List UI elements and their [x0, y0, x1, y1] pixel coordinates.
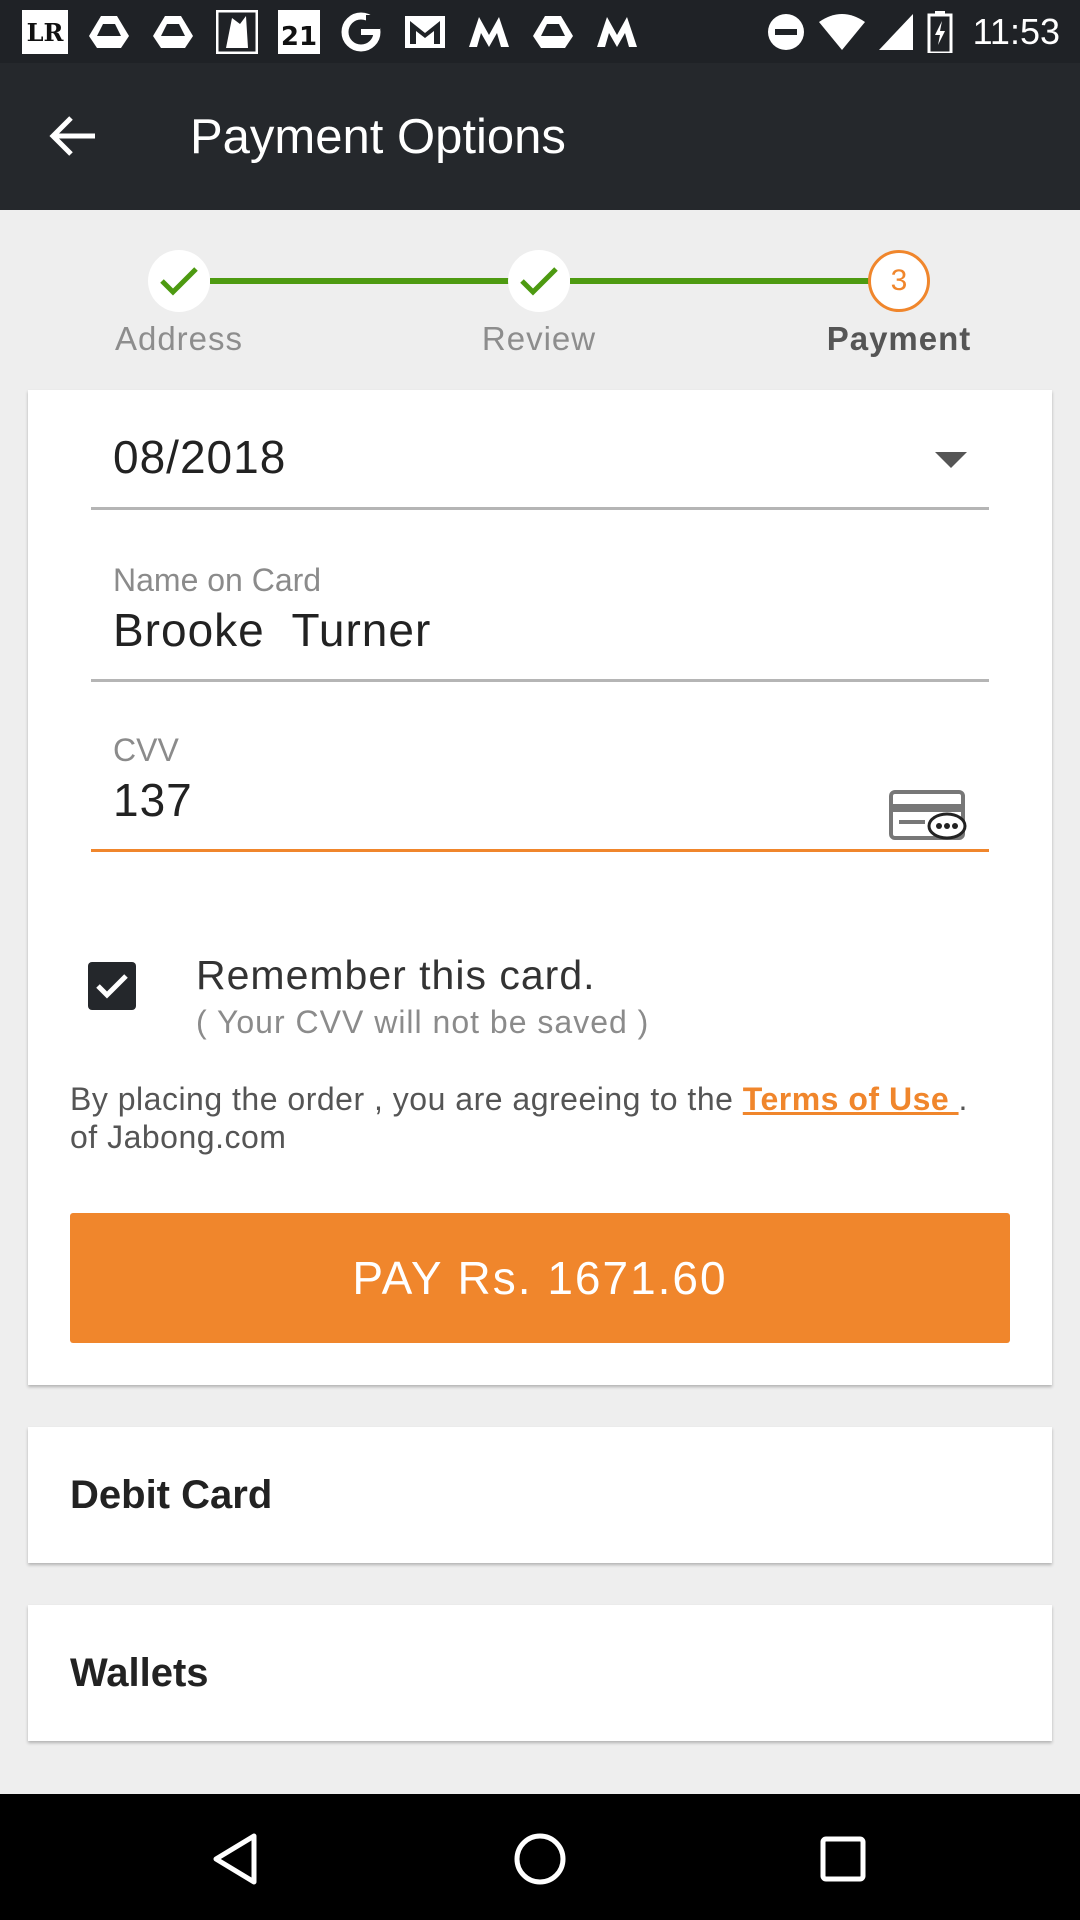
nav-recents-icon [820, 1836, 866, 1882]
drive-icon [150, 9, 196, 55]
app-icon [214, 9, 260, 55]
clock: 11:53 [972, 11, 1060, 52]
wallets-option[interactable]: Wallets [28, 1605, 1052, 1741]
cell-signal-icon [878, 14, 913, 50]
check-icon [160, 267, 198, 296]
nav-home-button[interactable] [505, 1824, 575, 1894]
google-icon [338, 9, 384, 55]
checkmark-icon [96, 974, 128, 999]
field-underline [91, 679, 989, 682]
card-cvv-icon [889, 790, 967, 840]
step-connector-done [570, 278, 870, 284]
cvv-value: 137 [113, 774, 193, 826]
name-on-card-field[interactable]: Name on Card Brooke Turner [91, 562, 989, 682]
remember-card-label[interactable]: Remember this card. [196, 952, 596, 999]
myntra-icon [594, 9, 640, 55]
debit-card-option[interactable]: Debit Card [28, 1427, 1052, 1563]
drive-icon [530, 9, 576, 55]
pay-button[interactable]: PAY Rs. 1671.60 [70, 1213, 1010, 1343]
step-payment-indicator: 3 [868, 250, 930, 312]
remember-card-sublabel: ( Your CVV will not be saved ) [196, 1004, 650, 1040]
checkout-stepper: 3 Address Review Payment [0, 210, 1080, 390]
nav-back-icon [213, 1833, 257, 1885]
expiry-value: 08/2018 [113, 431, 287, 483]
system-icons: 11:53 [767, 9, 1060, 55]
cvv-label: CVV [113, 732, 179, 768]
step-label-review: Review [481, 320, 597, 357]
name-on-card-label: Name on Card [113, 562, 322, 598]
status-bar: LR 21 11:53 [0, 0, 1080, 63]
step-address-indicator [148, 250, 210, 312]
step-connector-done [210, 278, 510, 284]
step-review-indicator [508, 250, 570, 312]
nav-recents-button[interactable] [808, 1824, 878, 1894]
drive-icon [86, 9, 132, 55]
gmail-icon [402, 9, 448, 55]
field-underline-focused [91, 849, 989, 852]
app-bar: Payment Options [0, 63, 1080, 210]
arrow-back-icon [49, 116, 95, 156]
nav-back-button[interactable] [200, 1824, 270, 1894]
forever21-icon: 21 [278, 10, 320, 54]
system-nav-bar [0, 1794, 1080, 1920]
expiry-dropdown[interactable]: 08/2018 [91, 430, 989, 510]
back-button[interactable] [34, 103, 112, 169]
nav-home-icon [514, 1833, 566, 1885]
dropdown-arrow-icon [935, 452, 967, 468]
step-label-payment: Payment [826, 320, 972, 357]
field-underline [91, 507, 989, 510]
terms-text: By placing the order , you are agreeing … [70, 1080, 1000, 1156]
terms-prefix: By placing the order , you are agreeing … [70, 1081, 743, 1117]
cvv-field[interactable]: CVV 137 [91, 732, 989, 852]
notification-icons: LR 21 [22, 9, 640, 55]
battery-charging-icon [927, 11, 953, 53]
do-not-disturb-icon [767, 14, 804, 50]
remember-card-checkbox[interactable] [88, 962, 136, 1010]
page-title: Payment Options [190, 110, 566, 164]
step-label-address: Address [114, 320, 244, 357]
myntra-icon [466, 9, 512, 55]
card-form-panel: 08/2018 Name on Card Brooke Turner CVV 1… [28, 390, 1052, 1385]
name-on-card-value: Brooke Turner [113, 604, 432, 656]
check-icon [520, 267, 558, 296]
terms-of-use-link[interactable]: Terms of Use [743, 1081, 959, 1117]
lr-app-icon: LR [22, 10, 68, 54]
wifi-icon [818, 14, 865, 50]
